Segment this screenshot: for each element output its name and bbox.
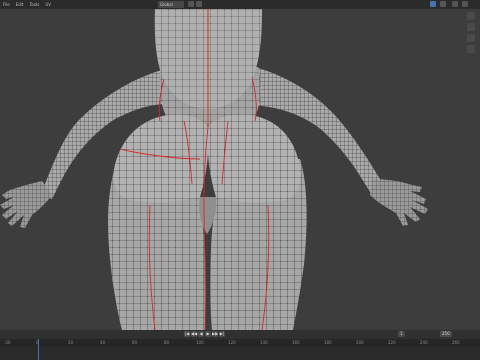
mesh-canvas <box>0 9 428 330</box>
timeline-header: |◀ ◀◀ ◀ ▶ ▶▶ ▶| 1 250 <box>0 330 480 339</box>
jump-end-icon[interactable]: ▶| <box>219 331 225 337</box>
playback-controls: |◀ ◀◀ ◀ ▶ ▶▶ ▶| <box>184 331 225 337</box>
tick-label: 180 <box>324 340 332 345</box>
tick-label: -20 <box>4 340 11 345</box>
right-hand <box>370 179 428 226</box>
material-shading-icon[interactable] <box>462 1 468 7</box>
start-frame-field[interactable]: 1 <box>398 331 405 337</box>
tick-label: 260 <box>452 340 460 345</box>
current-frame-cursor[interactable] <box>38 339 39 360</box>
tick-label: 120 <box>228 340 236 345</box>
pan-icon[interactable] <box>467 23 475 31</box>
tick-label: 20 <box>68 340 74 345</box>
header-menu: File Edit Tools UV <box>0 0 51 9</box>
camera-icon[interactable] <box>467 34 475 42</box>
right-glute <box>207 114 301 203</box>
solid-shading-icon[interactable] <box>452 1 458 7</box>
tick-label: 140 <box>260 340 268 345</box>
tick-label: 40 <box>100 340 106 345</box>
3d-viewport[interactable] <box>0 9 480 330</box>
overlay-icon[interactable] <box>430 1 436 7</box>
tick-label: 80 <box>164 340 170 345</box>
proportional-edit-icon[interactable] <box>196 1 202 7</box>
play-reverse-icon[interactable]: ◀ <box>198 331 204 337</box>
snap-icon[interactable] <box>188 1 194 7</box>
end-frame-field[interactable]: 250 <box>440 331 452 337</box>
play-icon[interactable]: ▶ <box>205 331 211 337</box>
transform-orientation-dropdown[interactable]: Global <box>158 1 184 8</box>
timeline-ruler[interactable]: -20 0 20 40 60 80 100 120 140 160 180 20… <box>0 339 480 347</box>
tick-label: 160 <box>292 340 300 345</box>
menu-file[interactable]: File <box>3 0 10 9</box>
tick-label: 220 <box>388 340 396 345</box>
prev-keyframe-icon[interactable]: ◀◀ <box>191 331 197 337</box>
tick-label: 60 <box>132 340 138 345</box>
menu-tools[interactable]: Tools <box>29 0 39 9</box>
grid-icon[interactable] <box>467 45 475 53</box>
next-keyframe-icon[interactable]: ▶▶ <box>212 331 218 337</box>
menu-edit[interactable]: Edit <box>16 0 24 9</box>
viewport-header: File Edit Tools UV Global <box>0 0 480 9</box>
menu-uv[interactable]: UV <box>45 0 51 9</box>
navigation-gizmo <box>467 12 477 53</box>
left-glute <box>113 114 209 203</box>
zoom-icon[interactable] <box>467 12 475 20</box>
timeline-panel: |◀ ◀◀ ◀ ▶ ▶▶ ▶| 1 250 -20 0 20 40 60 80 … <box>0 330 480 360</box>
left-hand <box>0 181 52 228</box>
tick-label: 100 <box>196 340 204 345</box>
tick-label: 200 <box>356 340 364 345</box>
xray-icon[interactable] <box>440 1 446 7</box>
jump-start-icon[interactable]: |◀ <box>184 331 190 337</box>
tick-label: 240 <box>420 340 428 345</box>
